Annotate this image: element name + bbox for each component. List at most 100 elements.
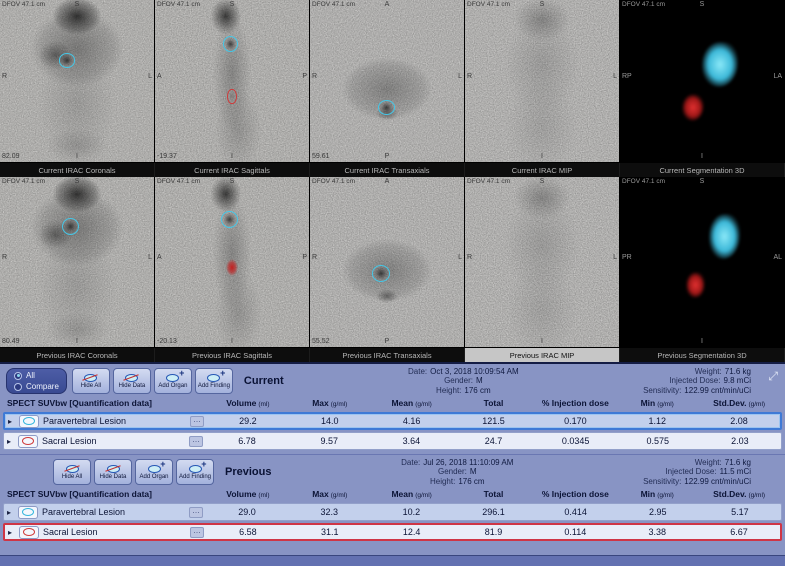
hide-data-button[interactable]: Hide Data (112, 368, 151, 394)
more-options-button[interactable]: … (189, 506, 203, 518)
meta-value: 122.99 cnt/min/uCi (684, 476, 751, 486)
add-finding-button[interactable]: Add Finding (194, 368, 233, 394)
column-label: Max (312, 398, 329, 408)
row-expander-icon[interactable]: ▸ (8, 528, 15, 537)
value-cell: 121.5 (482, 416, 505, 426)
value-cell: 5.17 (731, 507, 749, 517)
segmentation-blob-cyan (708, 214, 740, 259)
orientation-label-bottom: I (701, 153, 703, 160)
meta-label: Date: (408, 366, 428, 376)
lesion-roi-icon[interactable] (19, 525, 39, 539)
viewport-current-transaxial[interactable]: DFOV 47.1 cm A R L P 59.61 (310, 0, 465, 163)
lesion-name-cell: ▸ Sacral Lesion … (4, 434, 206, 448)
lesion-row-paravertebral-lesion[interactable]: ▸ Paravertebral Lesion … 29.2 14.0 4.16 121.5 0… (3, 412, 782, 430)
tab-previous-irac-transaxials[interactable]: Previous IRAC Transaxials (310, 348, 465, 362)
meta-label: Injected Dose: (669, 376, 721, 386)
add-finding-button[interactable]: Add Finding (176, 459, 214, 485)
hide-data-button[interactable]: Hide Data (94, 459, 132, 485)
meta-value: 11.5 mCi (719, 467, 751, 477)
column-header-injection-dose: % Injection dose (534, 489, 616, 499)
lesion-roi-icon[interactable] (18, 434, 38, 448)
toggle-option-compare[interactable]: Compare (14, 382, 59, 391)
orientation-label-bottom: P (384, 338, 390, 345)
study-meta-current: Date: Oct 3, 2018 10:09:54 AM Gender: M Heig… (289, 367, 638, 396)
meta-line-height: Height: 176 cm (289, 386, 638, 396)
slice-position-label: 59.61 (312, 153, 330, 160)
tab-current-irac-mip[interactable]: Current IRAC MIP (465, 163, 620, 177)
row-expander-icon[interactable]: ▸ (8, 417, 15, 426)
orientation-label-top: S (699, 1, 705, 8)
row-expander-icon[interactable]: ▸ (7, 508, 14, 517)
viewport-tab-label: Previous IRAC Sagittals (191, 350, 273, 360)
column-header-std-dev: Std.Dev. (g/ml) (698, 398, 780, 408)
button-label: Add Finding (178, 473, 212, 480)
column-label: % Injection dose (541, 398, 609, 408)
orientation-label-top: S (74, 178, 80, 185)
lesion-ellipse-red-icon (23, 528, 35, 536)
scintigraphy-image (465, 0, 619, 162)
section-toolbar: Hide All Hide Data Add Organ Add Finding (71, 368, 233, 394)
column-unit: (g/ml) (657, 492, 674, 499)
viewport-tab-label: Current IRAC Coronals (38, 165, 116, 175)
viewport-current-seg3d[interactable]: DFOV 47.1 cm S RP LA I (620, 0, 785, 163)
tab-current-irac-coronals[interactable]: Current IRAC Coronals (0, 163, 155, 177)
tab-previous-irac-coronals[interactable]: Previous IRAC Coronals (0, 348, 155, 362)
viewport-previous-mip[interactable]: DFOV 47.1 cm S R L I (465, 177, 620, 348)
column-header-volume: Volume (ml) (207, 398, 289, 408)
orientation-label-left: R (312, 253, 318, 261)
more-options-button[interactable]: … (190, 415, 204, 427)
viewport-current-mip[interactable]: DFOV 47.1 cm S R L I (465, 0, 620, 163)
lesion-row-sacral-lesion[interactable]: ▸ Sacral Lesion … 6.78 9.57 3.64 24.7 0.0345 0.5… (3, 432, 782, 450)
dfov-label: DFOV 47.1 cm (622, 1, 665, 8)
column-header-min: Min (g/ml) (616, 489, 698, 499)
viewport-previous-coronal[interactable]: DFOV 47.1 cm S R L I 80.49 (0, 177, 155, 348)
expand-panel-icon[interactable]: ⤢ (768, 369, 778, 384)
column-header-total: Total (453, 489, 535, 499)
quant-table-previous: SPECT SUVbw [Quantification data] Volume(… (0, 488, 785, 544)
viewport-current-coronal[interactable]: DFOV 47.1 cm S R L I 82.09 (0, 0, 155, 163)
value-cell: 31.1 (321, 527, 339, 537)
column-header-total: Total (453, 398, 535, 408)
column-unit: (g/ml) (415, 401, 432, 408)
viewport-tab-label: Previous IRAC Coronals (36, 350, 118, 360)
orientation-label-bottom: I (76, 153, 78, 160)
hide-all-button[interactable]: Hide All (71, 368, 110, 394)
section-title-previous: Previous (225, 466, 272, 478)
quant-header-current: All Compare Hide All Hide Data Add Organ Add … (0, 364, 785, 397)
viewport-tab-label: Current IRAC Sagittals (194, 165, 270, 175)
row-expander-icon[interactable]: ▸ (7, 437, 14, 446)
add-organ-button[interactable]: Add Organ (135, 459, 173, 485)
meta-label: Gender: (437, 467, 467, 477)
more-options-button[interactable]: … (190, 526, 204, 538)
lesion-row-paravertebral-lesion[interactable]: ▸ Paravertebral Lesion … 29.0 32.3 10.2 296.1 0… (3, 503, 782, 521)
viewport-current-sagittal[interactable]: DFOV 47.1 cm S A P I -19.37 (155, 0, 310, 163)
value-cell: 32.3 (320, 507, 338, 517)
viewport-previous-seg3d[interactable]: DFOV 47.1 cm S PR AL I (620, 177, 785, 348)
tab-current-irac-sagittals[interactable]: Current IRAC Sagittals (155, 163, 310, 177)
lesion-roi-icon[interactable] (18, 505, 38, 519)
meta-label: Weight: (694, 457, 722, 467)
meta-label: Sensitivity: (643, 476, 682, 486)
orientation-label-right: L (458, 72, 462, 80)
orientation-label-top: A (384, 1, 390, 8)
orientation-label-top: S (229, 1, 235, 8)
viewport-previous-sagittal[interactable]: DFOV 47.1 cm S A P I -20.13 (155, 177, 310, 348)
tab-previous-irac-sagittals[interactable]: Previous IRAC Sagittals (155, 348, 310, 362)
tab-current-segmentation-3d[interactable]: Current Segmentation 3D (620, 163, 785, 177)
add-organ-button[interactable]: Add Organ (153, 368, 192, 394)
lesion-name: Sacral Lesion (42, 436, 97, 446)
tab-current-irac-transaxials[interactable]: Current IRAC Transaxials (310, 163, 465, 177)
tab-previous-irac-mip[interactable]: Previous IRAC MIP (465, 348, 620, 362)
toggle-option-all[interactable]: All (14, 371, 59, 380)
value-cell: 0.414 (564, 507, 587, 517)
more-options-button[interactable]: … (189, 435, 203, 447)
orientation-label-bottom: I (541, 153, 543, 160)
column-label: Max (312, 489, 329, 499)
lesion-ellipse-cyan-icon (23, 417, 35, 425)
viewport-previous-transaxial[interactable]: DFOV 47.1 cm A R L P 55.52 (310, 177, 465, 348)
hide-all-button[interactable]: Hide All (53, 459, 91, 485)
lesion-row-sacral-lesion[interactable]: ▸ Sacral Lesion … 6.58 31.1 12.4 81.9 0.114 3.38… (3, 523, 782, 541)
tab-previous-segmentation-3d[interactable]: Previous Segmentation 3D (620, 348, 785, 362)
lesion-roi-icon[interactable] (19, 414, 39, 428)
meta-value: 9.8 mCi (723, 376, 751, 386)
